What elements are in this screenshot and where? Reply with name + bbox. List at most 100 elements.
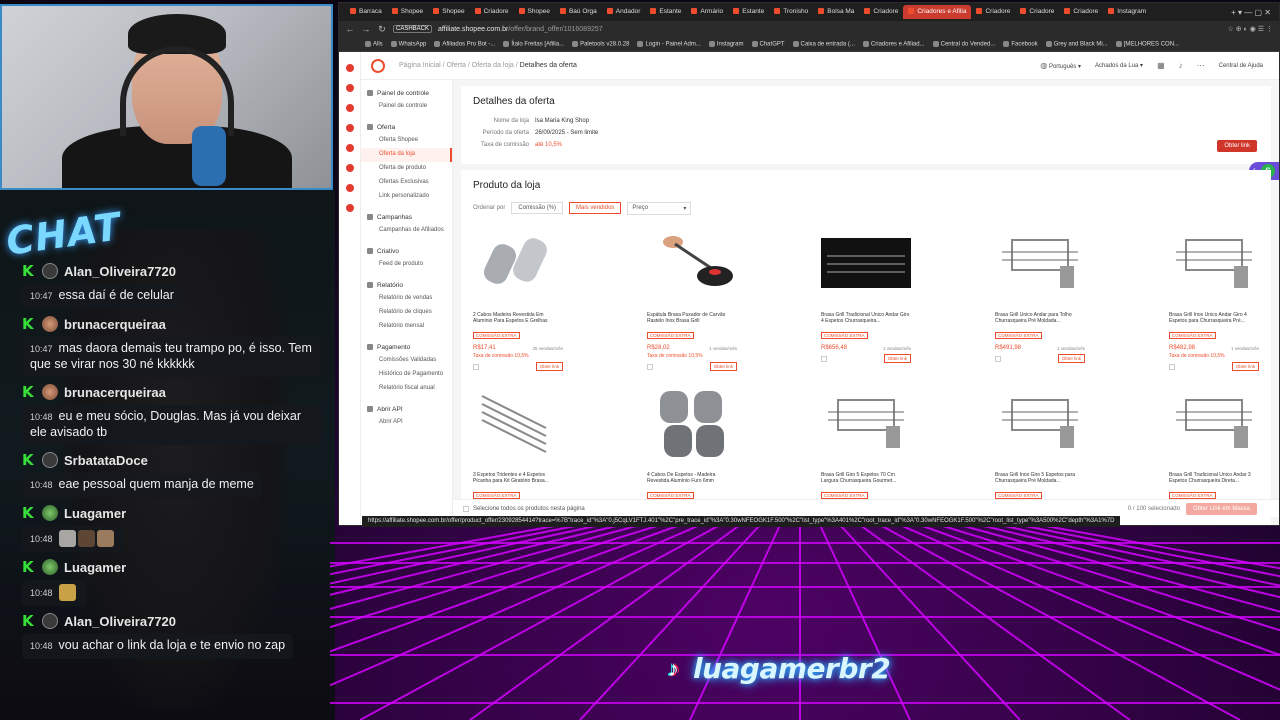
bookmark-item[interactable]: Caixa de entrada (... bbox=[792, 40, 855, 47]
chat-username[interactable]: Luagamer bbox=[64, 560, 126, 575]
bulk-link-button[interactable]: Obter Link em Massa bbox=[1185, 502, 1257, 515]
product-image[interactable] bbox=[647, 218, 737, 308]
sidebar-item[interactable]: Relatório mensal bbox=[361, 320, 452, 334]
sidebar-item[interactable]: Relatório fiscal anual bbox=[361, 382, 452, 396]
product-checkbox[interactable] bbox=[647, 363, 653, 370]
chat-username[interactable]: Alan_Oliveira7720 bbox=[64, 614, 176, 629]
sidebar-item[interactable]: Oferta Shopee bbox=[361, 134, 452, 148]
sidebar-group-title[interactable]: Pagamento bbox=[361, 342, 452, 354]
extension-icon[interactable] bbox=[345, 64, 354, 72]
sidebar-item[interactable]: Campanhas de Afiliados bbox=[361, 224, 452, 238]
bookmark-item[interactable]: WhatsApp bbox=[390, 40, 426, 47]
product-name[interactable]: Brasa Grill Inox Único Andar Giro 4 Espe… bbox=[1169, 312, 1259, 324]
browser-tab[interactable]: Shopee bbox=[387, 5, 428, 19]
product-checkbox[interactable] bbox=[821, 355, 827, 362]
sidebar-item[interactable]: Link personalizado bbox=[361, 190, 452, 204]
select-all-checkbox[interactable] bbox=[463, 505, 469, 512]
extension-icon[interactable] bbox=[345, 124, 354, 132]
get-link-button[interactable]: Obter link bbox=[1217, 140, 1257, 152]
bookmark-item[interactable]: Grey and Black Mi... bbox=[1045, 40, 1108, 47]
bookmark-item[interactable]: Ítalo Freitas [Afilia... bbox=[503, 40, 564, 47]
browser-tab[interactable]: Baú Orga bbox=[555, 5, 602, 19]
extension-icon[interactable] bbox=[345, 104, 354, 112]
product-get-link-button[interactable]: Obter link bbox=[1231, 362, 1259, 371]
sidebar-item[interactable]: Feed de produto bbox=[361, 258, 452, 272]
product-image[interactable] bbox=[473, 378, 563, 468]
bell-icon[interactable]: ♪ bbox=[1179, 61, 1183, 70]
chat-username[interactable]: brunacerqueiraa bbox=[64, 317, 166, 332]
bookmark-item[interactable]: Central do Vended... bbox=[932, 40, 995, 47]
sidebar-group-title[interactable]: Painel de controle bbox=[361, 88, 452, 100]
chat-username[interactable]: brunacerqueiraa bbox=[64, 385, 166, 400]
browser-tab[interactable]: Armário bbox=[686, 5, 728, 19]
product-name[interactable]: Brasa Grill Tradicional Único Andar 3 Es… bbox=[1169, 472, 1259, 484]
bookmark-item[interactable]: Facebook bbox=[1003, 40, 1038, 47]
sidebar-group-title[interactable]: Relatório bbox=[361, 280, 452, 292]
product-card[interactable]: 2 Cabos Madeira Revestida Em Alumínio Pa… bbox=[473, 218, 563, 371]
product-card[interactable]: Espátula Brasa Puxador de Carvão Rastelo… bbox=[647, 218, 737, 371]
breadcrumb-item[interactable]: Oferta bbox=[446, 62, 465, 69]
window-controls[interactable]: + ▾ — ▢ ✕ bbox=[1231, 8, 1279, 17]
sort-commission-button[interactable]: Comissão (%) bbox=[511, 202, 564, 214]
more-icon[interactable]: ⋯ bbox=[1197, 61, 1205, 70]
browser-tab[interactable]: Criadore bbox=[1059, 5, 1103, 19]
product-image[interactable] bbox=[1169, 378, 1259, 468]
extension-icon[interactable] bbox=[345, 144, 354, 152]
sidebar-group-title[interactable]: Criativo bbox=[361, 246, 452, 258]
sidebar-group-title[interactable]: Abrir API bbox=[361, 404, 452, 416]
extension-icon[interactable] bbox=[345, 204, 354, 212]
browser-tab[interactable]: Estante bbox=[728, 5, 769, 19]
product-card[interactable]: Brasa Grill Tradicional Único Andar Giro… bbox=[821, 218, 911, 368]
breadcrumb-item[interactable]: Página Inicial bbox=[399, 62, 441, 69]
cashback-badge[interactable]: CASHBACK bbox=[393, 25, 433, 33]
browser-tab[interactable]: Criadore bbox=[1015, 5, 1059, 19]
product-get-link-button[interactable]: Obter link bbox=[709, 362, 737, 371]
chat-username[interactable]: Alan_Oliveira7720 bbox=[64, 264, 176, 279]
product-name[interactable]: 2 Cabos Madeira Revestida Em Alumínio Pa… bbox=[473, 312, 563, 324]
product-card[interactable]: Brasa Grill Inox Único Andar Giro 4 Espe… bbox=[1169, 218, 1259, 371]
extension-icon[interactable] bbox=[345, 184, 354, 192]
chat-username[interactable]: SrbatataDoce bbox=[64, 453, 148, 468]
product-image[interactable] bbox=[821, 218, 911, 308]
browser-tab[interactable]: Criadore bbox=[859, 5, 903, 19]
bookmark-item[interactable]: [MELHORES CON... bbox=[1115, 40, 1179, 47]
product-image[interactable] bbox=[821, 378, 911, 468]
product-name[interactable]: Brasa Grill Tradicional Único Andar Giro… bbox=[821, 312, 911, 324]
product-checkbox[interactable] bbox=[995, 355, 1001, 362]
help-center-link[interactable]: Central de Ajuda bbox=[1219, 63, 1263, 69]
product-image[interactable] bbox=[647, 378, 737, 468]
product-image[interactable] bbox=[995, 218, 1085, 308]
sidebar-item[interactable]: Oferta de produto bbox=[361, 162, 452, 176]
sort-best-selling-button[interactable]: Mais vendidos bbox=[569, 202, 622, 214]
calendar-icon[interactable]: ▦ bbox=[1157, 61, 1165, 70]
sort-price-select[interactable]: Preço ▾ bbox=[627, 201, 692, 215]
extension-icon[interactable] bbox=[345, 164, 354, 172]
chat-username[interactable]: Luagamer bbox=[64, 506, 126, 521]
sidebar-item[interactable]: Oferta da loja bbox=[361, 148, 452, 162]
product-get-link-button[interactable]: Obter link bbox=[1057, 354, 1085, 363]
sidebar-item[interactable]: Painel de controle bbox=[361, 100, 452, 114]
browser-tab[interactable]: Criadore bbox=[971, 5, 1015, 19]
product-name[interactable]: Brasa Grill Giro 5 Espetos 70 Cm Largura… bbox=[821, 472, 911, 484]
bookmark-item[interactable]: Paletools v28.0.28 bbox=[572, 40, 629, 47]
reload-icon[interactable]: ↻ bbox=[377, 24, 387, 35]
sidebar-item[interactable]: Histórico de Pagamento bbox=[361, 368, 452, 382]
extension-icon[interactable] bbox=[345, 84, 354, 92]
sidebar-item[interactable]: Relatório de vendas bbox=[361, 292, 452, 306]
bookmark-item[interactable]: Criadores e Afiliad... bbox=[862, 40, 925, 47]
browser-tab[interactable]: Shopee bbox=[428, 5, 469, 19]
account-menu[interactable]: Achados da Lua ▾ bbox=[1095, 62, 1143, 69]
product-name[interactable]: 4 Cabos De Espetos - Madeira Revestida A… bbox=[647, 472, 737, 484]
product-name[interactable]: Espátula Brasa Puxador de Carvão Rastelo… bbox=[647, 312, 737, 324]
bookmark-item[interactable]: Instagram bbox=[708, 40, 744, 47]
sidebar-item[interactable]: Relatório de cliques bbox=[361, 306, 452, 320]
browser-tab[interactable]: Estante bbox=[645, 5, 686, 19]
sidebar-item[interactable]: Comissões Validadas bbox=[361, 354, 452, 368]
bookmark-item[interactable]: Alls bbox=[365, 40, 383, 47]
sidebar-item[interactable]: Abrir API bbox=[361, 416, 452, 430]
browser-tab[interactable]: Andador bbox=[602, 5, 646, 19]
browser-tab[interactable]: Criadores e Afilia bbox=[903, 5, 972, 19]
product-image[interactable] bbox=[995, 378, 1085, 468]
product-checkbox[interactable] bbox=[473, 363, 479, 370]
sidebar-item[interactable]: Ofertas Exclusivas bbox=[361, 176, 452, 190]
